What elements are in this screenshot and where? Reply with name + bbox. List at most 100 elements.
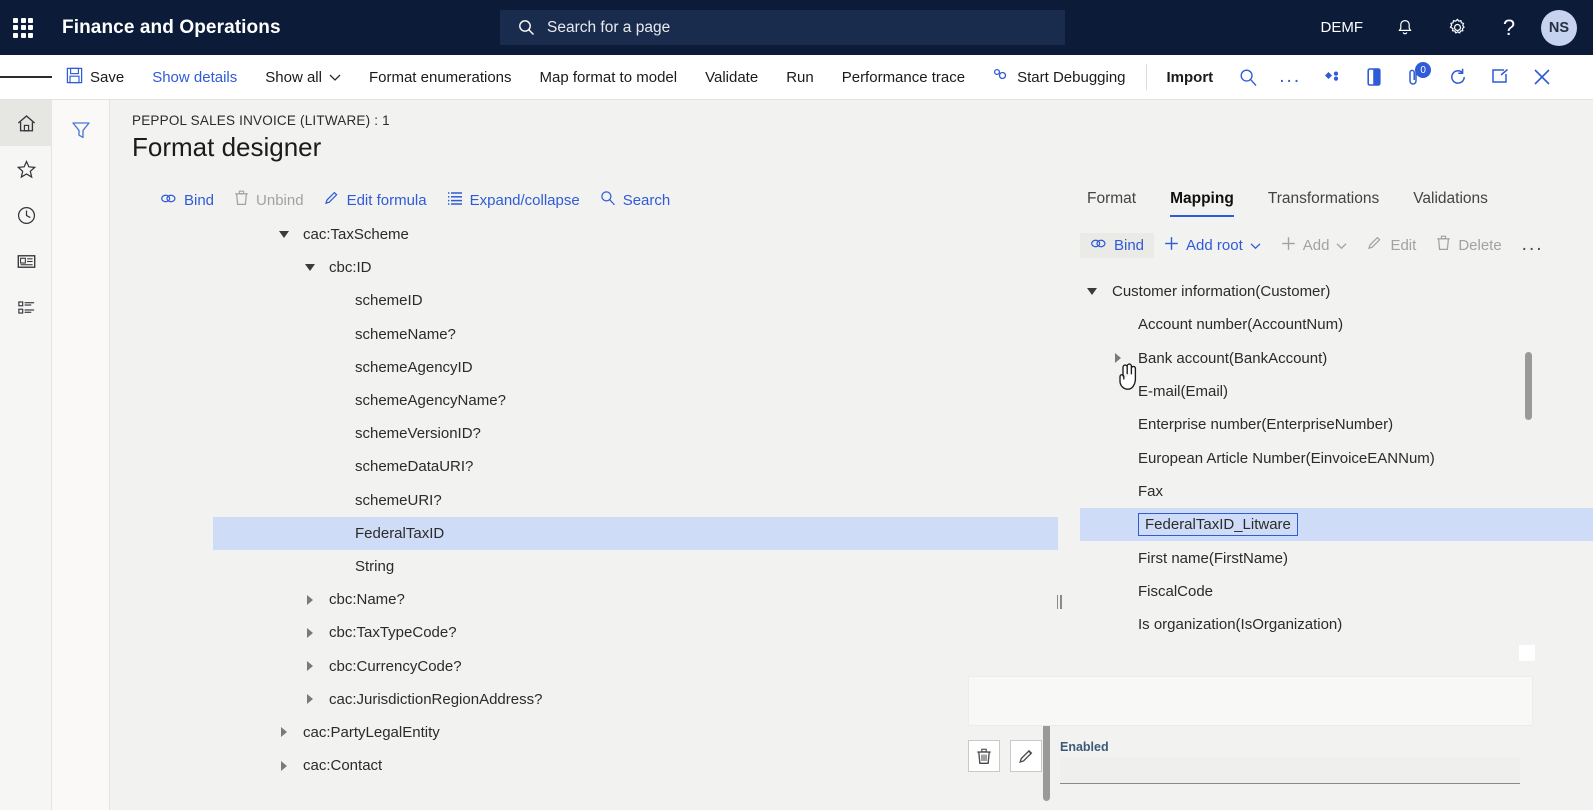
collapsed-triangle-icon[interactable]: [299, 627, 321, 638]
left-edit-formula-button[interactable]: Edit formula: [314, 186, 437, 214]
user-avatar[interactable]: NS: [1541, 9, 1577, 46]
chevron-down-icon: [1250, 237, 1261, 254]
mapping-bind-button[interactable]: Bind: [1080, 232, 1155, 258]
validate-button[interactable]: Validate: [691, 55, 772, 99]
data-source-row[interactable]: European Article Number(EinvoiceEANNum): [1080, 441, 1593, 474]
open-in-new-window-icon[interactable]: [1479, 55, 1521, 99]
format-tree-row[interactable]: FederalTaxID: [213, 516, 1058, 550]
collapsed-triangle-icon[interactable]: [299, 694, 321, 705]
data-source-row[interactable]: Bank account(BankAccount): [1080, 342, 1593, 375]
data-source-row[interactable]: E-mail(Email): [1080, 375, 1593, 408]
notifications-bell-icon[interactable]: [1379, 0, 1431, 55]
performance-trace-button[interactable]: Performance trace: [828, 55, 979, 99]
mapping-overflow-button[interactable]: ...: [1512, 230, 1554, 260]
data-source-row[interactable]: FederalTaxID_Litware: [1080, 508, 1593, 542]
tab-validations[interactable]: Validations: [1396, 186, 1505, 217]
collapsed-triangle-icon[interactable]: [1106, 353, 1130, 364]
property-delete-button[interactable]: [968, 740, 1000, 772]
save-icon: [66, 67, 83, 88]
collapsed-triangle-icon[interactable]: [273, 760, 295, 771]
app-launcher-icon[interactable]: [12, 17, 34, 39]
rail-item-workspaces[interactable]: [0, 238, 52, 284]
enabled-input[interactable]: [1060, 758, 1520, 784]
left-bind-button[interactable]: Bind: [150, 188, 224, 213]
save-button[interactable]: Save: [52, 55, 138, 99]
import-button[interactable]: Import: [1153, 55, 1228, 99]
mapping-add-root-button[interactable]: Add root: [1154, 232, 1271, 259]
rail-item-home[interactable]: [0, 100, 52, 146]
rail-item-recent[interactable]: [0, 192, 52, 238]
settings-gear-icon[interactable]: [1431, 0, 1483, 55]
page-search-icon[interactable]: [1227, 55, 1269, 99]
format-tree-row[interactable]: schemeAgencyName?: [213, 384, 1058, 417]
rail-item-favorites[interactable]: [0, 146, 52, 192]
data-source-row[interactable]: First name(FirstName): [1080, 541, 1593, 574]
format-tree-row-label: schemeVersionID?: [355, 425, 481, 443]
debug-icon: [993, 68, 1010, 87]
data-source-row[interactable]: FiscalCode: [1080, 575, 1593, 608]
left-expand-collapse-button[interactable]: Expand/collapse: [437, 187, 590, 213]
show-details-button[interactable]: Show details: [138, 55, 251, 99]
format-tree-row[interactable]: schemeName?: [213, 318, 1058, 351]
format-tree-row[interactable]: String: [213, 550, 1058, 583]
format-tree-row-label: cac:Contact: [303, 757, 383, 775]
collapsed-triangle-icon[interactable]: [299, 661, 321, 672]
data-source-row[interactable]: Customer information(Customer): [1080, 275, 1593, 308]
refresh-icon[interactable]: [1437, 55, 1479, 99]
mapping-add-label: Add: [1302, 236, 1330, 254]
format-tree-row[interactable]: schemeVersionID?: [213, 417, 1058, 450]
tab-mapping[interactable]: Mapping: [1153, 186, 1251, 217]
format-tree[interactable]: cac:TaxScheme cbc:ID schemeID schemeName? sc…: [213, 218, 1058, 788]
data-source-row-label: Fax: [1138, 482, 1164, 500]
format-tree-row[interactable]: cac:Contact: [213, 749, 1058, 782]
expanded-triangle-icon[interactable]: [299, 264, 321, 272]
format-tree-row[interactable]: cbc:TaxTypeCode?: [213, 616, 1058, 649]
page-title: Format designer: [132, 132, 322, 162]
collapsed-triangle-icon[interactable]: [299, 594, 321, 605]
data-source-row[interactable]: Is organization(IsOrganization): [1080, 608, 1593, 641]
data-source-row[interactable]: Enterprise number(EnterpriseNumber): [1080, 408, 1593, 441]
bind-link-icon: [1090, 237, 1107, 254]
property-edit-button[interactable]: [1010, 740, 1042, 772]
filter-funnel-icon[interactable]: [52, 108, 110, 152]
tab-format[interactable]: Format: [1070, 186, 1153, 217]
collapsed-triangle-icon[interactable]: [273, 727, 295, 738]
expanded-triangle-icon[interactable]: [273, 231, 295, 239]
format-tree-row[interactable]: cbc:ID: [213, 251, 1058, 284]
breadcrumb: PEPPOL SALES INVOICE (LITWARE) : 1: [132, 113, 390, 128]
show-all-dropdown[interactable]: Show all: [251, 55, 355, 99]
format-tree-row[interactable]: schemeDataURI?: [213, 450, 1058, 483]
expanded-triangle-icon[interactable]: [1080, 288, 1104, 296]
tab-transformations[interactable]: Transformations: [1251, 186, 1396, 217]
attachments-icon[interactable]: 0: [1395, 55, 1437, 99]
office-app-icon[interactable]: [1353, 55, 1395, 99]
format-tree-row[interactable]: cbc:Name?: [213, 583, 1058, 616]
navigation-menu-icon[interactable]: [0, 55, 52, 99]
start-debugging-button[interactable]: Start Debugging: [979, 55, 1139, 99]
format-enumerations-button[interactable]: Format enumerations: [355, 55, 526, 99]
panel-splitter-handle[interactable]: [1055, 595, 1063, 609]
format-tree-row[interactable]: schemeID: [213, 284, 1058, 317]
format-tree-row[interactable]: cac:TaxScheme: [213, 218, 1058, 251]
format-tree-row[interactable]: cbc:CurrencyCode?: [213, 649, 1058, 682]
close-icon[interactable]: [1521, 55, 1563, 99]
format-tree-row[interactable]: cac:PartyLegalEntity: [213, 716, 1058, 749]
data-source-row[interactable]: Fax: [1080, 475, 1593, 508]
data-source-row-label: Is organization(IsOrganization): [1138, 616, 1343, 634]
help-question-icon[interactable]: ?: [1483, 0, 1535, 55]
format-tree-row[interactable]: schemeURI?: [213, 484, 1058, 517]
rail-item-modules[interactable]: [0, 284, 52, 330]
personalize-icon[interactable]: [1311, 55, 1353, 99]
format-tree-row[interactable]: cac:JurisdictionRegionAddress?: [213, 683, 1058, 716]
global-search-input[interactable]: Search for a page: [500, 10, 1065, 45]
left-search-button[interactable]: Search: [590, 186, 681, 214]
data-source-row[interactable]: Account number(AccountNum): [1080, 308, 1593, 341]
more-options-icon[interactable]: ...: [1269, 55, 1311, 99]
format-tree-row-label: cac:PartyLegalEntity: [303, 723, 440, 741]
map-format-to-model-button[interactable]: Map format to model: [526, 55, 692, 99]
run-button[interactable]: Run: [772, 55, 828, 99]
data-source-tree-scrollbar[interactable]: [1525, 352, 1532, 420]
format-tree-row-label: cac:TaxScheme: [303, 226, 409, 244]
format-tree-row[interactable]: schemeAgencyID: [213, 351, 1058, 384]
company-selector[interactable]: DEMF: [1305, 0, 1380, 55]
